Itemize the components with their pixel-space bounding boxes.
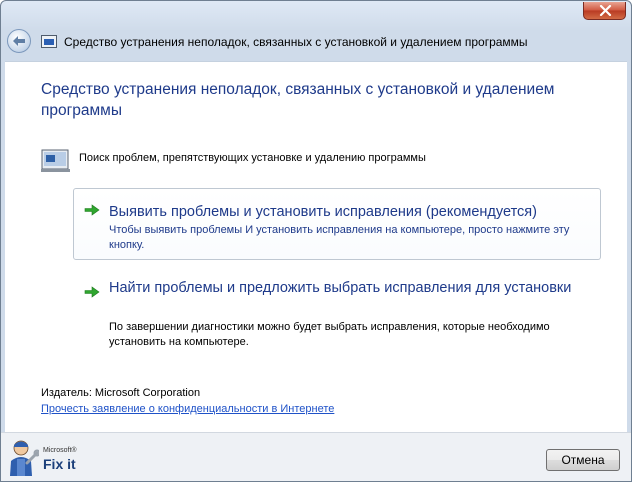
title-bar xyxy=(1,1,631,31)
close-icon xyxy=(599,5,612,16)
publisher-text: Издатель: Microsoft Corporation xyxy=(41,387,201,399)
fix-it-brand-text: Fix it xyxy=(43,456,76,472)
status-text: Поиск проблем, препятствующих установке … xyxy=(79,152,426,164)
fix-it-logo: Microsoft® Fix it xyxy=(7,439,91,479)
privacy-statement-link[interactable]: Прочесть заявление о конфиденциальности … xyxy=(41,403,334,415)
fix-it-mechanic-icon xyxy=(10,440,39,476)
close-button[interactable] xyxy=(583,2,626,20)
troubleshooter-app-icon xyxy=(41,35,57,48)
green-arrow-icon xyxy=(84,204,100,216)
footer: Microsoft® Fix it Отмена xyxy=(1,432,631,481)
back-button[interactable] xyxy=(7,29,31,53)
back-arrow-icon xyxy=(13,36,25,46)
option-title: Найти проблемы и предложить выбрать испр… xyxy=(109,280,572,296)
option-title: Выявить проблемы и установить исправлени… xyxy=(109,204,537,220)
main-content: Средство устранения неполадок, связанных… xyxy=(5,61,627,432)
cancel-button[interactable]: Отмена xyxy=(546,449,620,471)
page-heading: Средство устранения неполадок, связанных… xyxy=(41,81,555,119)
option-description: По завершении диагностики можно будет вы… xyxy=(109,321,550,348)
option-description: Чтобы выявить проблемы И установить испр… xyxy=(109,224,570,251)
option-detect-and-fix-recommended[interactable]: Выявить проблемы и установить исправлени… xyxy=(73,188,601,260)
computer-icon xyxy=(41,149,70,172)
troubleshooter-window: Средство устранения неполадок, связанных… xyxy=(0,0,632,482)
green-arrow-icon xyxy=(84,286,100,298)
window-title: Средство устранения неполадок, связанных… xyxy=(64,35,528,49)
option-find-and-choose-fixes[interactable]: Найти проблемы и предложить выбрать испр… xyxy=(73,270,601,352)
microsoft-brand-text: Microsoft® xyxy=(43,447,77,454)
navigation-bar: Средство устранения неполадок, связанных… xyxy=(1,29,631,59)
